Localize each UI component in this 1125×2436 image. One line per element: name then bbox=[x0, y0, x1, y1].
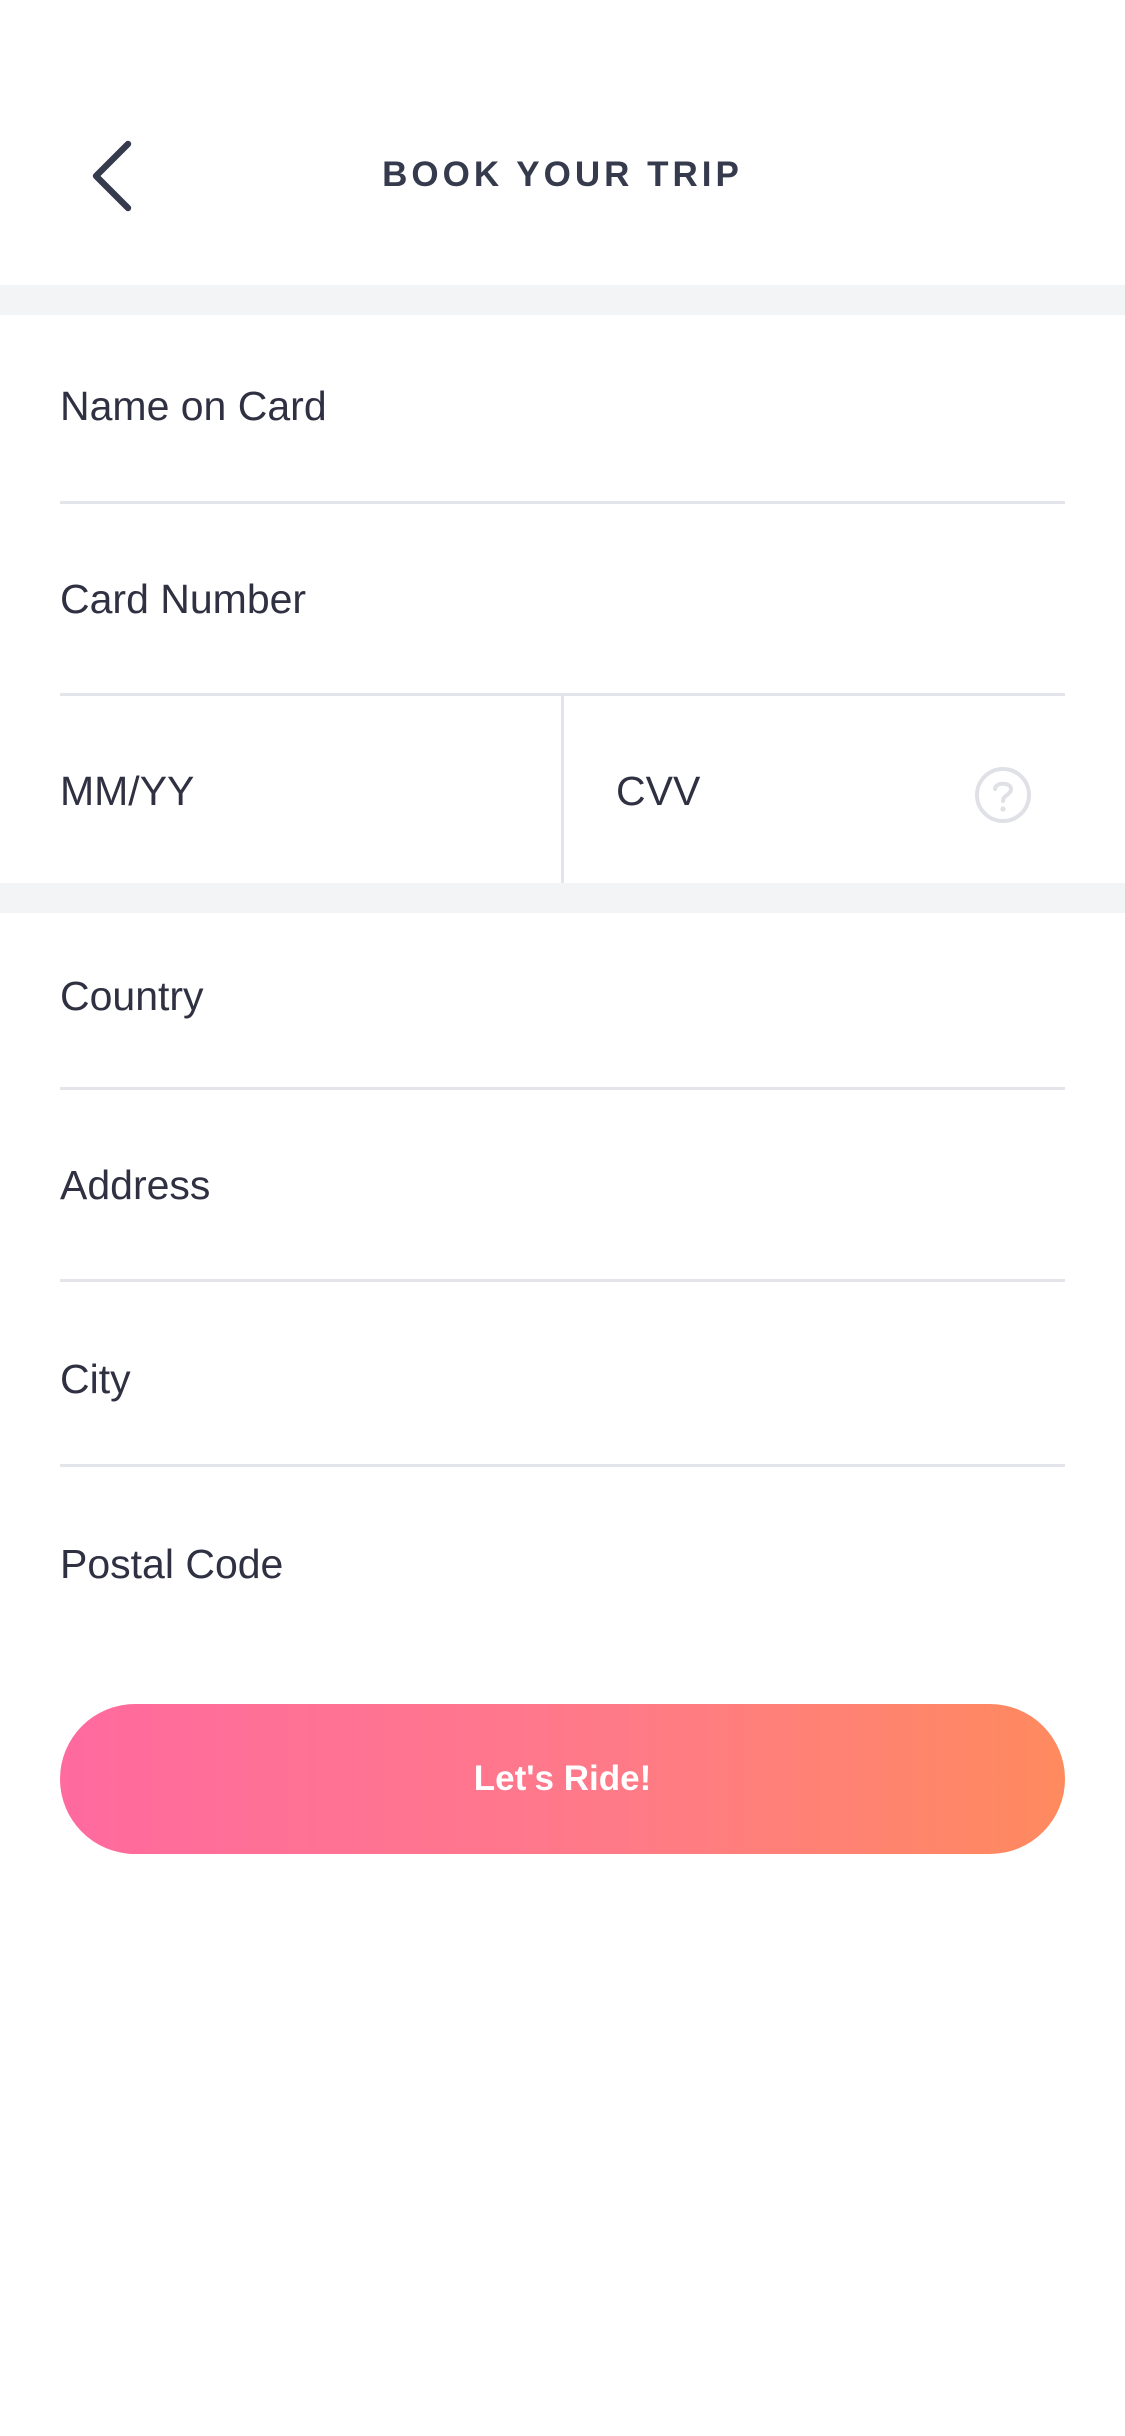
postal-code-field[interactable]: Postal Code bbox=[60, 1467, 1065, 1657]
address-field[interactable]: Address bbox=[60, 1090, 1065, 1279]
card-number-label: Card Number bbox=[60, 576, 307, 622]
expiry-field[interactable]: MM/YY bbox=[60, 696, 561, 883]
lets-ride-label: Let's Ride! bbox=[473, 1759, 652, 1798]
section-separator bbox=[0, 883, 1125, 913]
expiry-label: MM/YY bbox=[60, 768, 195, 814]
country-label: Country bbox=[60, 973, 204, 1019]
name-on-card-label: Name on Card bbox=[60, 383, 327, 429]
header: BOOK YOUR TRIP bbox=[0, 0, 1125, 285]
section-separator bbox=[0, 285, 1125, 315]
city-field[interactable]: City bbox=[60, 1282, 1065, 1464]
cvv-label: CVV bbox=[616, 768, 701, 814]
city-label: City bbox=[60, 1356, 131, 1402]
card-number-field[interactable]: Card Number bbox=[60, 504, 1065, 693]
question-circle-icon[interactable] bbox=[974, 766, 1032, 824]
postal-code-label: Postal Code bbox=[60, 1541, 284, 1587]
name-on-card-field[interactable]: Name on Card bbox=[60, 315, 1065, 501]
page-title: BOOK YOUR TRIP bbox=[382, 155, 743, 194]
address-label: Address bbox=[60, 1162, 211, 1208]
country-field[interactable]: Country bbox=[60, 913, 1065, 1087]
lets-ride-button[interactable]: Let's Ride! bbox=[60, 1704, 1065, 1854]
